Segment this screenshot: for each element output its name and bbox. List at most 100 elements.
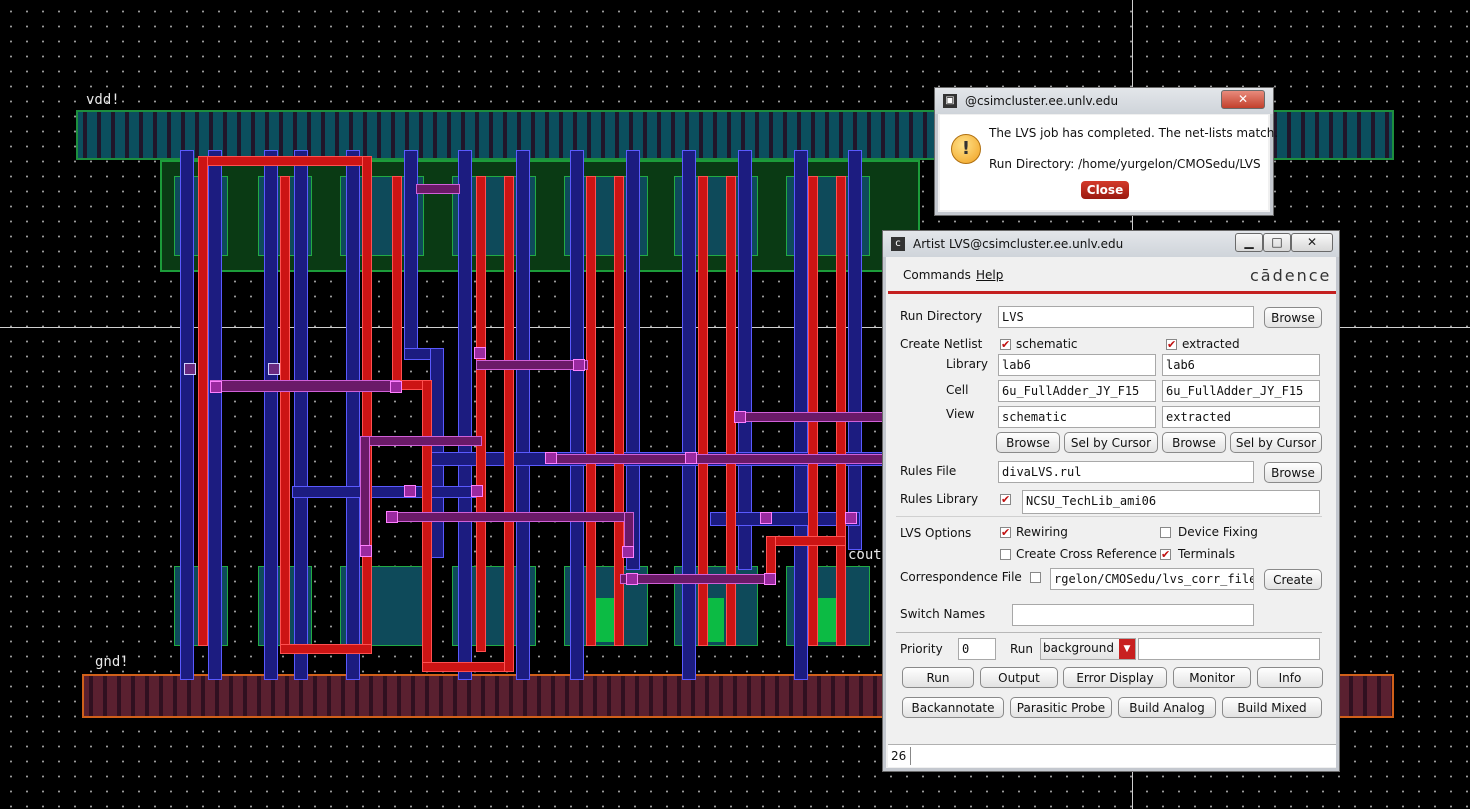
rules-library-checkbox[interactable]: ✔ [1000, 494, 1011, 505]
metal1-wire [198, 156, 208, 646]
status-bar: 26 [888, 744, 1336, 767]
contact [764, 573, 776, 585]
extracted-cell-field[interactable]: 6u_FullAdder_JY_F15 [1162, 380, 1320, 402]
poly-wire [476, 360, 588, 370]
metal2-wire [626, 150, 640, 570]
extracted-label: extracted [1182, 337, 1240, 351]
run-mode-value: background [1043, 641, 1114, 655]
create-netlist-label: Create Netlist [900, 337, 983, 351]
schematic-browse-button[interactable]: Browse [996, 432, 1060, 453]
create-cross-reference-label: Create Cross Reference [1016, 547, 1157, 561]
info-button[interactable]: Info [1257, 667, 1323, 688]
message-title: @csimcluster.ee.unlv.edu [965, 94, 1119, 108]
menu-help[interactable]: Help [976, 268, 1003, 282]
extracted-browse-button[interactable]: Browse [1162, 432, 1226, 453]
schematic-sel-by-cursor-button[interactable]: Sel by Cursor [1064, 432, 1158, 453]
extracted-library-field[interactable]: lab6 [1162, 354, 1320, 376]
artist-lvs-window: c Artist LVS@csimcluster.ee.unlv.edu ▁ □… [882, 230, 1340, 772]
lvs-titlebar[interactable]: c Artist LVS@csimcluster.ee.unlv.edu ▁ □… [883, 231, 1339, 257]
message-close-icon[interactable]: ✕ [1221, 90, 1265, 109]
contact [760, 512, 772, 524]
run-options-field[interactable] [1138, 638, 1320, 660]
contact [360, 545, 372, 557]
cadence-app-icon: c [891, 237, 905, 251]
create-cross-reference-checkbox[interactable] [1000, 549, 1011, 560]
library-label: Library [946, 357, 988, 371]
run-directory-browse-button[interactable]: Browse [1264, 307, 1322, 328]
parasitic-probe-button[interactable]: Parasitic Probe [1010, 697, 1112, 718]
build-mixed-button[interactable]: Build Mixed [1222, 697, 1322, 718]
schematic-library-field[interactable]: lab6 [998, 354, 1156, 376]
poly-wire [416, 184, 460, 194]
metal2-wire [404, 150, 418, 360]
window-close-icon[interactable]: ✕ [1291, 233, 1333, 252]
terminals-label: Terminals [1178, 547, 1235, 561]
message-titlebar[interactable]: ▣ @csimcluster.ee.unlv.edu ✕ [935, 88, 1273, 114]
metal1-wire [280, 644, 372, 654]
n-select [596, 598, 614, 642]
switch-names-field[interactable] [1012, 604, 1254, 626]
schematic-checkbox[interactable]: ✔ [1000, 339, 1011, 350]
schematic-view-field[interactable]: schematic [998, 406, 1156, 428]
metal1-wire [836, 176, 846, 646]
metal1-wire [504, 176, 514, 672]
vdd-label: vdd! [86, 92, 120, 108]
input-pin[interactable] [268, 363, 280, 375]
metal1-wire [280, 176, 290, 654]
correspondence-file-checkbox[interactable] [1030, 572, 1041, 583]
poly-wire [362, 436, 482, 446]
backannotate-button[interactable]: Backannotate [902, 697, 1004, 718]
run-directory-field[interactable]: LVS [998, 306, 1254, 328]
schematic-cell-field[interactable]: 6u_FullAdder_JY_F15 [998, 380, 1156, 402]
correspondence-file-label: Correspondence File [900, 570, 1022, 584]
build-analog-button[interactable]: Build Analog [1118, 697, 1216, 718]
contact [471, 485, 483, 497]
status-divider [910, 747, 911, 765]
metal2-wire [264, 150, 278, 680]
view-label: View [946, 407, 975, 421]
poly-wire [548, 454, 888, 464]
extracted-sel-by-cursor-button[interactable]: Sel by Cursor [1230, 432, 1322, 453]
monitor-button[interactable]: Monitor [1173, 667, 1251, 688]
schematic-label: schematic [1016, 337, 1078, 351]
minimize-icon[interactable]: ▁ [1235, 233, 1263, 252]
contact [573, 359, 585, 371]
run-mode-select[interactable]: background ▼ [1040, 638, 1136, 660]
extracted-view-field[interactable]: extracted [1162, 406, 1320, 428]
metal2-wire [516, 150, 530, 680]
metal2-wire [682, 150, 696, 680]
priority-field[interactable]: 0 [958, 638, 996, 660]
metal1-wire [586, 176, 596, 646]
run-button[interactable]: Run [902, 667, 974, 688]
menu-commands[interactable]: Commands [903, 268, 971, 282]
metal1-wire [422, 380, 432, 670]
rules-library-label: Rules Library [900, 492, 979, 506]
create-button[interactable]: Create [1264, 569, 1322, 590]
chevron-down-icon[interactable]: ▼ [1119, 639, 1135, 659]
metal1-wire [198, 156, 370, 166]
rules-file-label: Rules File [900, 464, 957, 478]
close-button[interactable]: Close [1081, 181, 1129, 199]
extracted-checkbox[interactable]: ✔ [1166, 339, 1177, 350]
contact [390, 381, 402, 393]
device-fixing-checkbox[interactable] [1160, 527, 1171, 538]
maximize-icon[interactable]: □ [1263, 233, 1291, 252]
input-pin[interactable] [184, 363, 196, 375]
cadence-logo: cādence [1250, 266, 1332, 285]
rules-file-browse-button[interactable]: Browse [1264, 462, 1322, 483]
terminals-checkbox[interactable]: ✔ [1160, 549, 1171, 560]
contact [734, 411, 746, 423]
metal1-wire [392, 176, 402, 386]
cell-label: Cell [946, 383, 969, 397]
error-display-button[interactable]: Error Display [1063, 667, 1167, 688]
poly-wire [736, 412, 886, 422]
app-icon: ▣ [943, 94, 957, 108]
correspondence-file-field[interactable]: rgelon/CMOSedu/lvs_corr_file [1050, 568, 1254, 590]
metal2-wire [458, 150, 472, 680]
rewiring-checkbox[interactable]: ✔ [1000, 527, 1011, 538]
metal2-wire [570, 150, 584, 680]
rules-library-field[interactable]: NCSU_TechLib_ami06 [1022, 490, 1320, 514]
output-button[interactable]: Output [980, 667, 1058, 688]
contact [845, 512, 857, 524]
rules-file-field[interactable]: divaLVS.rul [998, 461, 1254, 483]
